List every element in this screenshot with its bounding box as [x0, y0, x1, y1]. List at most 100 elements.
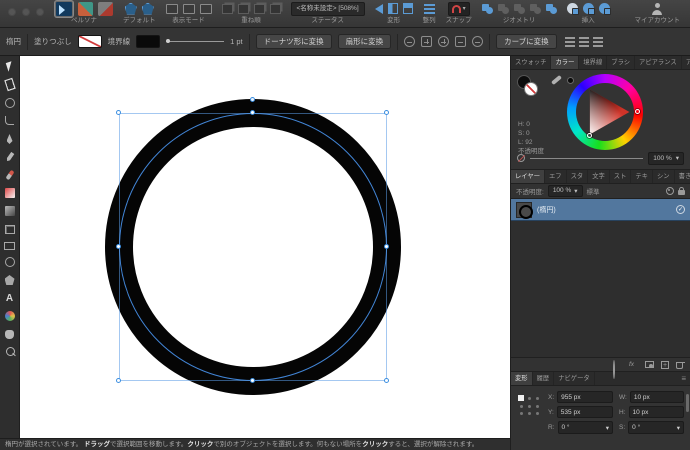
shear-field[interactable]: 0 °▾	[628, 421, 684, 434]
rotation-center-icon[interactable]	[404, 36, 415, 47]
contour-tool[interactable]	[5, 98, 15, 108]
pen-tool[interactable]	[4, 134, 16, 145]
color-picker-tool[interactable]	[5, 311, 15, 321]
hue-selector[interactable]	[635, 109, 640, 114]
ellipse-tool[interactable]	[5, 257, 15, 267]
align-left-icon[interactable]	[565, 37, 575, 47]
insert-inside-icon[interactable]	[599, 3, 610, 14]
tab-assets[interactable]: アセット	[682, 56, 690, 69]
stroke-swatch[interactable]	[136, 35, 160, 48]
retina-view-icon[interactable]	[200, 4, 212, 14]
panel-menu-icon[interactable]: ≡	[677, 372, 690, 385]
gear-icon[interactable]	[666, 187, 674, 195]
anchor-bottom-left[interactable]	[520, 412, 523, 415]
snapping-toggle[interactable]: ▾	[448, 2, 470, 16]
my-account-icon[interactable]	[652, 3, 662, 15]
panel-scrollbar[interactable]	[686, 394, 689, 412]
tab-styles[interactable]: スタ	[567, 170, 589, 183]
close-window-button[interactable]	[8, 8, 16, 16]
adjustment-icon[interactable]	[613, 360, 615, 379]
tab-symbols[interactable]: シン	[653, 170, 675, 183]
no-color-icon[interactable]	[517, 154, 525, 162]
anchor-middle-center[interactable]	[528, 405, 531, 408]
recent-color-swatch[interactable]	[567, 77, 574, 84]
layer-row[interactable]: (楕円) ✓	[511, 199, 690, 221]
tab-transform[interactable]: 変形	[511, 372, 533, 385]
tab-character[interactable]: 文字	[588, 170, 610, 183]
x-field[interactable]: 955 px	[557, 391, 613, 403]
boolean-xor-icon[interactable]	[530, 4, 541, 14]
move-tool[interactable]	[4, 62, 16, 73]
handle-middle-left[interactable]	[116, 244, 121, 249]
flip-vertical-icon[interactable]	[403, 3, 413, 14]
pixel-view-icon[interactable]	[183, 4, 195, 14]
anchor-top-center[interactable]	[528, 397, 531, 400]
tab-color[interactable]: カラー	[551, 56, 579, 69]
layer-visibility-check[interactable]: ✓	[676, 205, 685, 214]
vector-crop-tool[interactable]	[5, 225, 15, 234]
handle-top-left[interactable]	[116, 110, 121, 115]
zoom-tool[interactable]	[4, 346, 16, 357]
layer-thumbnail[interactable]	[516, 202, 532, 218]
corner-tool[interactable]	[5, 116, 14, 125]
stroke-width-slider[interactable]	[166, 41, 224, 42]
sl-selector[interactable]	[587, 133, 592, 138]
anchor-point-selector[interactable]	[517, 393, 541, 417]
synchronize-defaults-icon[interactable]	[125, 3, 137, 15]
tab-history[interactable]: 履歴	[533, 372, 555, 385]
opacity-value-box[interactable]: 100 % ▾	[648, 152, 684, 165]
tab-text-styles[interactable]: テキ	[631, 170, 653, 183]
tab-layers[interactable]: レイヤー	[511, 170, 545, 183]
pixel-persona-icon[interactable]	[78, 2, 93, 16]
pencil-tool[interactable]	[4, 152, 16, 163]
transparency-tool[interactable]	[5, 206, 15, 216]
fill-color-circle[interactable]	[524, 82, 538, 96]
lock-icon[interactable]	[678, 190, 685, 195]
delete-layer-icon[interactable]	[676, 362, 683, 369]
export-persona-icon[interactable]	[98, 2, 113, 16]
text-tool[interactable]: A	[4, 293, 16, 304]
anchor-middle-left[interactable]	[520, 405, 523, 408]
handle-bottom-left[interactable]	[116, 378, 121, 383]
snap-caret-icon[interactable]: ▾	[463, 5, 466, 12]
flip-horizontal-icon[interactable]	[388, 3, 398, 14]
blend-mode-value[interactable]: 標準	[587, 186, 600, 196]
zoom-to-selection-icon[interactable]	[472, 36, 483, 47]
vector-view-icon[interactable]	[166, 4, 178, 14]
alignment-icon[interactable]	[424, 4, 435, 14]
align-right-icon[interactable]	[593, 37, 603, 47]
anchor-top-right[interactable]	[536, 397, 539, 400]
tab-effects[interactable]: エフ	[545, 170, 567, 183]
tab-export[interactable]: 書き	[675, 170, 690, 183]
opacity-slider[interactable]	[530, 158, 643, 159]
rotate-icon[interactable]	[375, 4, 383, 14]
convert-to-donut-button[interactable]: ドーナツ形に変換	[256, 34, 332, 49]
handle-bottom-right[interactable]	[384, 378, 389, 383]
h-field[interactable]: 10 px	[629, 406, 685, 418]
move-forward-icon[interactable]	[238, 4, 249, 14]
tab-stock[interactable]: スト	[610, 170, 632, 183]
eyedropper-icon[interactable]	[551, 75, 562, 85]
opacity-caret-icon[interactable]: ▾	[676, 154, 679, 162]
anchor-middle-right[interactable]	[536, 405, 539, 408]
layer-effects-icon[interactable]: fx	[629, 361, 638, 369]
align-center-icon[interactable]	[579, 37, 589, 47]
path-node-top[interactable]	[250, 97, 255, 102]
canvas[interactable]	[20, 56, 510, 438]
transform-origin-icon[interactable]	[421, 36, 432, 47]
view-tool[interactable]	[5, 330, 14, 339]
move-to-back-icon[interactable]	[270, 4, 281, 14]
tab-appearance[interactable]: アピアランス	[635, 56, 682, 69]
move-backward-icon[interactable]	[254, 4, 265, 14]
boolean-divide-icon[interactable]	[546, 4, 557, 14]
shape-tool[interactable]	[5, 275, 15, 285]
handle-middle-right[interactable]	[384, 244, 389, 249]
handle-bottom-center[interactable]	[250, 378, 255, 383]
hide-selection-icon[interactable]	[455, 36, 466, 47]
vector-brush-tool[interactable]	[4, 170, 16, 181]
anchor-bottom-right[interactable]	[536, 412, 539, 415]
revert-defaults-icon[interactable]	[142, 3, 154, 15]
boolean-subtract-icon[interactable]	[498, 4, 509, 14]
w-field[interactable]: 10 px	[630, 391, 684, 403]
convert-to-pie-button[interactable]: 扇形に変換	[338, 34, 392, 49]
